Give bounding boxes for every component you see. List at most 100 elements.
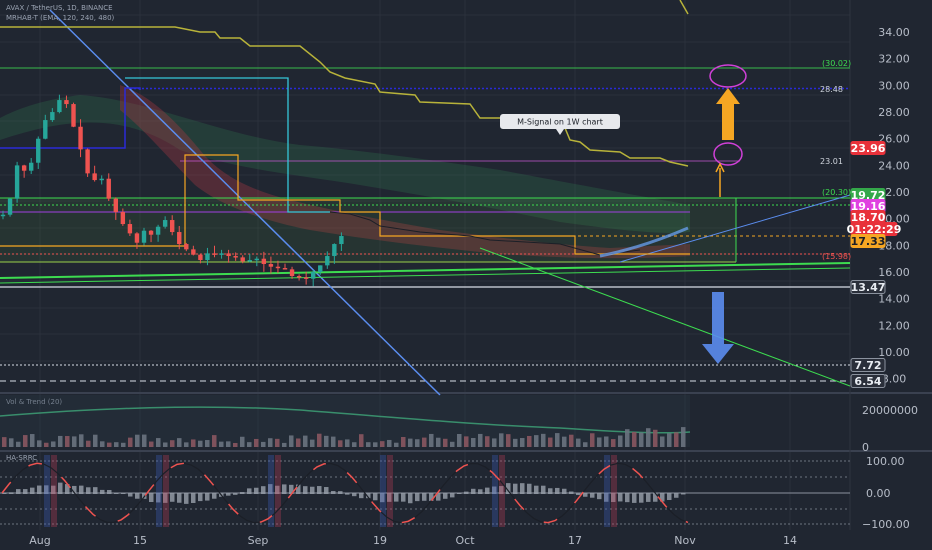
candle-body — [318, 265, 323, 273]
candle-body — [29, 162, 34, 171]
osc-hist-bar — [58, 482, 63, 494]
volume-bar — [142, 434, 147, 447]
candle-body — [21, 165, 27, 171]
candle-body — [57, 100, 62, 113]
candle-body — [0, 214, 6, 217]
volume-bar — [121, 442, 126, 447]
volume-bar — [485, 436, 490, 447]
osc-hist-bar — [212, 493, 217, 499]
volume-bar — [513, 438, 518, 447]
candle-body — [106, 178, 111, 199]
candle-body — [325, 256, 330, 266]
osc-hist-bar — [261, 486, 266, 494]
volume-bar — [114, 442, 119, 447]
osc-hist-bar — [394, 493, 399, 502]
osc-hist-bar — [86, 487, 91, 494]
osc-hist-bar — [625, 493, 630, 503]
osc-hist-bar — [282, 484, 287, 494]
level-23-01-label: 23.01 — [820, 157, 843, 166]
osc-band — [163, 455, 169, 527]
m-signal-callout-label: M-Signal on 1W chart — [517, 118, 603, 127]
volume-bar — [471, 438, 476, 447]
chart-svg[interactable]: M-Signal on 1W chart (30.02) 28.48 23.01… — [0, 0, 932, 550]
osc-hist-bar — [562, 488, 567, 494]
price-tag-6-54[interactable]: 6.54 — [850, 374, 886, 389]
volume-bar — [555, 433, 560, 447]
volume-bar — [534, 435, 539, 447]
volume-bar — [275, 438, 280, 447]
volume-bar — [324, 435, 329, 447]
volume-bar — [247, 442, 252, 447]
volume-bar — [408, 438, 413, 447]
candle-body — [71, 104, 76, 127]
candle-body — [240, 257, 245, 262]
candle-body — [275, 266, 281, 269]
volume-bar — [128, 437, 133, 447]
osc-hist-bar — [401, 493, 406, 502]
price-tag-17-33[interactable]: 17.33 — [850, 234, 886, 249]
price-tag-countdown[interactable]: 01:22:29 — [847, 222, 902, 237]
volume-bar — [44, 442, 49, 447]
price-tag-text: 7.72 — [854, 359, 881, 372]
osc-hist-bar — [338, 491, 343, 494]
price-tick-label: 30.00 — [878, 79, 910, 92]
volume-bar — [254, 438, 259, 447]
candle-body — [332, 244, 337, 257]
candle-body — [85, 149, 90, 174]
volume-bar — [310, 439, 315, 447]
time-tick-label: 19 — [373, 534, 387, 547]
price-tag-7-72[interactable]: 7.72 — [850, 358, 886, 373]
osc-hist-bar — [485, 487, 490, 494]
volume-bar — [100, 441, 105, 447]
osc-hist-bar — [149, 493, 154, 502]
time-tick-label: Oct — [455, 534, 475, 547]
volume-bar — [191, 439, 196, 447]
candle-body — [212, 253, 217, 255]
time-tick-label: 17 — [568, 534, 582, 547]
volume-bar — [618, 435, 623, 447]
osc-hist-bar — [100, 489, 105, 494]
osc-hist-bar — [373, 493, 378, 501]
osc-hist-bar — [303, 486, 308, 494]
osc-hist-bar — [639, 493, 644, 503]
volume-bar — [450, 441, 455, 447]
volume-bar — [184, 442, 189, 447]
volume-bar — [177, 438, 182, 447]
osc-hist-bar — [667, 493, 672, 501]
osc-hist-bar — [23, 489, 28, 494]
volume-bar — [422, 437, 427, 447]
osc-hist-bar — [324, 487, 329, 494]
volume-bar — [58, 435, 63, 447]
price-tag-23-96[interactable]: 23.96 — [850, 141, 886, 156]
osc-hist-bar — [520, 483, 525, 494]
osc-band — [51, 455, 57, 527]
time-tick-label: Sep — [248, 534, 269, 547]
volume-bar — [401, 436, 406, 447]
osc-hist-bar — [37, 485, 42, 494]
volume-bar — [51, 441, 56, 447]
volume-bar — [639, 432, 644, 447]
price-tick-label: 14.00 — [878, 293, 910, 306]
osc-band — [275, 455, 281, 527]
price-tag-13-47[interactable]: 13.47 — [850, 280, 886, 295]
volume-bar — [268, 438, 273, 447]
osc-hist-bar — [310, 486, 315, 494]
price-tag-18-70[interactable]: 18.70 — [850, 210, 886, 225]
candle-body — [36, 138, 41, 163]
chart-root: M-Signal on 1W chart (30.02) 28.48 23.01… — [0, 0, 932, 550]
osc-hist-bar — [233, 493, 238, 495]
volume-bar — [478, 433, 483, 447]
osc-hist-bar — [247, 488, 252, 494]
volume-bar — [240, 436, 245, 447]
candle-body — [268, 264, 274, 267]
candle-body — [289, 269, 295, 277]
volume-bar — [625, 429, 630, 447]
osc-hist-bar — [597, 493, 602, 500]
candle-body — [303, 277, 309, 279]
candle-body — [205, 253, 210, 261]
symbol-header: AVAX / TetherUS, 1D, BINANCE — [6, 4, 113, 12]
candle-body — [282, 268, 288, 270]
osc-hist-bar — [681, 493, 686, 495]
candle-body — [155, 226, 161, 235]
candle-body — [247, 260, 252, 262]
